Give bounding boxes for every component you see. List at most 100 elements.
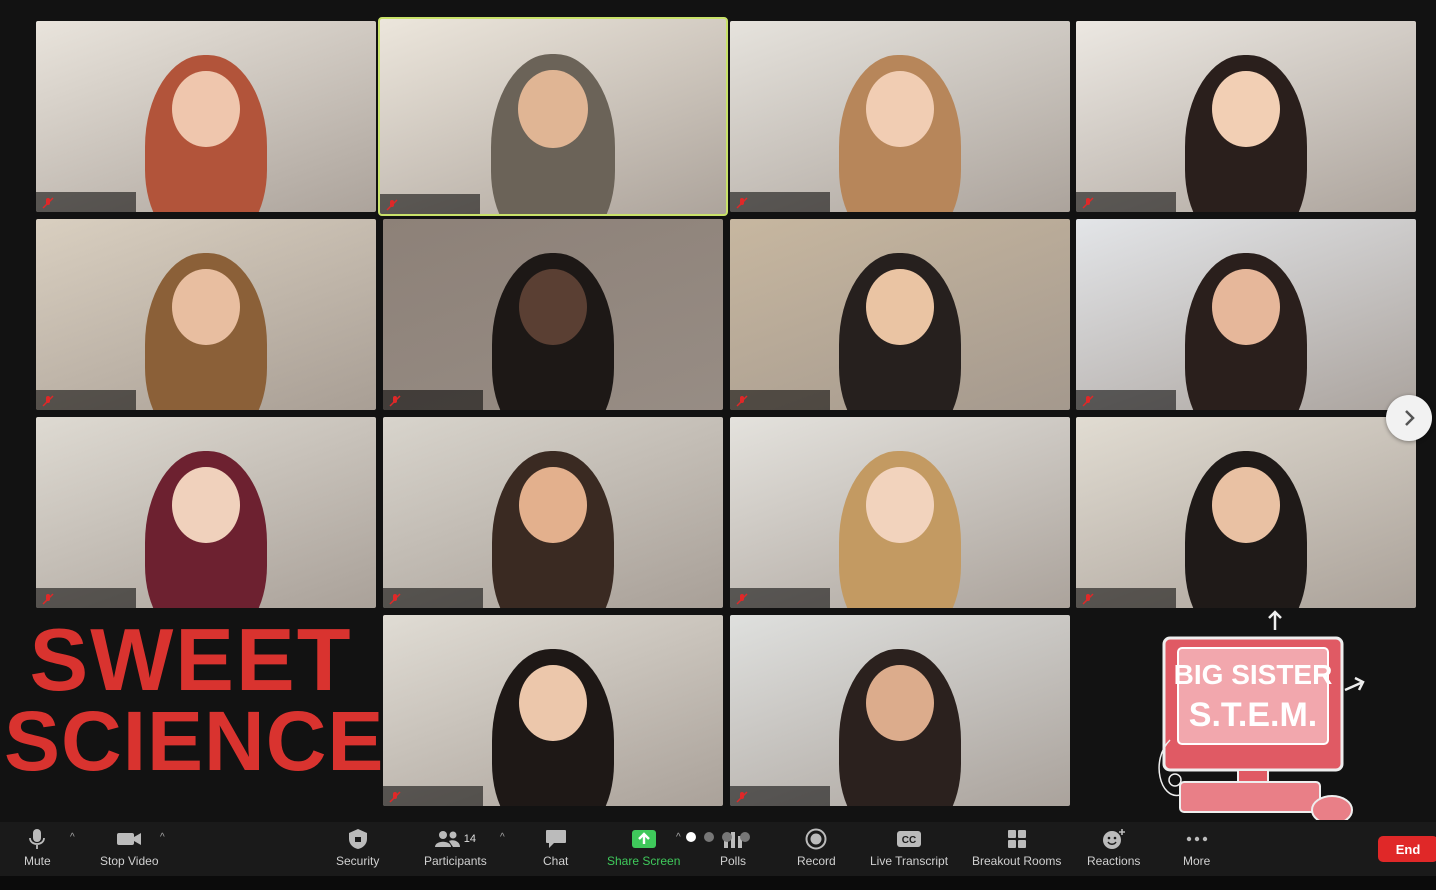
muted-microphone-icon (389, 394, 401, 407)
participant-name-bar (383, 588, 483, 608)
stop-video-label: Stop Video (100, 854, 159, 868)
breakout-rooms-grid-icon (1007, 830, 1026, 848)
participant-tile[interactable] (1076, 21, 1416, 212)
closed-captions-icon: CC (897, 831, 922, 847)
reactions-button[interactable]: Reactions (1087, 828, 1140, 868)
meeting-toolbar: Mute ^ Stop Video ^ Security 14 Particip… (0, 822, 1436, 876)
live-transcript-label: Live Transcript (870, 854, 949, 868)
share-screen-button[interactable]: Share Screen (607, 828, 680, 868)
record-label: Record (797, 854, 836, 868)
participants-label: Participants (424, 854, 487, 868)
muted-microphone-icon (42, 592, 54, 605)
participant-tile[interactable] (383, 417, 723, 608)
title-line-1: SWEET (29, 610, 353, 709)
record-button[interactable]: Record (797, 828, 836, 868)
security-button[interactable]: Security (336, 828, 379, 868)
muted-microphone-icon (42, 394, 54, 407)
participant-face (866, 664, 934, 742)
video-gallery: SWEET SCIENCE BIG SISTER S.T.E.M. (0, 0, 1436, 822)
participant-tile[interactable] (1076, 219, 1416, 410)
page-dot[interactable] (704, 832, 714, 842)
participant-name-bar (730, 786, 830, 806)
participants-icon (434, 831, 460, 847)
muted-microphone-icon (1082, 196, 1094, 209)
muted-microphone-icon (389, 790, 401, 803)
participant-face (519, 664, 587, 742)
participant-tile[interactable] (36, 219, 376, 410)
participant-tile[interactable] (730, 615, 1070, 806)
gallery-page-indicator[interactable] (686, 832, 750, 842)
muted-microphone-icon (1082, 394, 1094, 407)
muted-microphone-icon (386, 198, 398, 211)
muted-microphone-icon (1082, 592, 1094, 605)
bottom-strip (0, 876, 1436, 890)
participant-name-bar (383, 390, 483, 410)
participant-tile[interactable] (730, 21, 1070, 212)
audio-options-chevron-icon[interactable]: ^ (70, 832, 75, 843)
share-screen-label: Share Screen (607, 854, 681, 868)
chat-label: Chat (543, 854, 569, 868)
logo-line-2: S.T.E.M. (1189, 696, 1317, 734)
reactions-smiley-icon (1102, 829, 1125, 849)
page-dot-active[interactable] (686, 832, 696, 842)
chat-bubble-icon (545, 830, 566, 848)
more-ellipsis-icon (1186, 836, 1207, 842)
logo-line-1: BIG SISTER (1174, 659, 1333, 690)
participant-face (172, 466, 240, 544)
muted-microphone-icon (42, 196, 54, 209)
share-options-chevron-icon[interactable]: ^ (676, 832, 681, 843)
breakout-rooms-label: Breakout Rooms (972, 854, 1062, 868)
participant-name-bar (1076, 192, 1176, 212)
share-screen-arrow-icon (631, 830, 656, 848)
participant-tile[interactable] (383, 219, 723, 410)
participant-name-bar (1076, 588, 1176, 608)
participant-face (866, 268, 934, 346)
participant-name-bar (383, 786, 483, 806)
participant-name-bar (730, 390, 830, 410)
participant-tile[interactable] (36, 21, 376, 212)
next-page-button[interactable] (1386, 395, 1432, 441)
breakout-rooms-button[interactable]: Breakout Rooms (972, 828, 1061, 868)
end-meeting-button[interactable]: End (1378, 836, 1436, 862)
chat-button[interactable]: Chat (543, 828, 568, 868)
sweet-science-title: SWEET SCIENCE (4, 610, 383, 808)
mute-button[interactable]: Mute (24, 828, 51, 868)
page-dot[interactable] (722, 832, 732, 842)
participants-button[interactable]: 14 Participants (424, 828, 487, 868)
stop-video-button[interactable]: Stop Video (100, 828, 159, 868)
muted-microphone-icon (736, 196, 748, 209)
participant-name-bar (730, 192, 830, 212)
participant-tile[interactable] (36, 417, 376, 608)
participant-name-bar (36, 192, 136, 212)
video-options-chevron-icon[interactable]: ^ (160, 832, 165, 843)
shield-icon (348, 829, 367, 849)
participant-face (1212, 268, 1280, 346)
participant-name-bar (36, 588, 136, 608)
participant-tile-active-speaker[interactable] (378, 17, 728, 216)
participant-name-bar (730, 588, 830, 608)
participant-face (518, 69, 588, 148)
participants-options-chevron-icon[interactable]: ^ (500, 832, 505, 843)
participant-name-bar (36, 390, 136, 410)
live-transcript-button[interactable]: CC Live Transcript (870, 828, 948, 868)
muted-microphone-icon (736, 790, 748, 803)
page-dot[interactable] (740, 832, 750, 842)
participant-tile[interactable] (383, 615, 723, 806)
participant-face (866, 466, 934, 544)
participant-tile[interactable] (730, 219, 1070, 410)
cc-icon-text: CC (902, 835, 916, 846)
more-button[interactable]: More (1183, 828, 1210, 868)
record-icon (805, 828, 827, 850)
participants-count-badge: 14 (463, 833, 476, 845)
participant-name-bar (1076, 390, 1176, 410)
participant-face (172, 70, 240, 148)
participant-tile[interactable] (1076, 417, 1416, 608)
chevron-right-icon (1405, 410, 1415, 426)
participant-name-bar (380, 194, 480, 214)
participant-tile[interactable] (730, 417, 1070, 608)
more-label: More (1183, 854, 1211, 868)
participant-face (866, 70, 934, 148)
muted-microphone-icon (736, 394, 748, 407)
participant-face (519, 268, 587, 346)
muted-microphone-icon (389, 592, 401, 605)
